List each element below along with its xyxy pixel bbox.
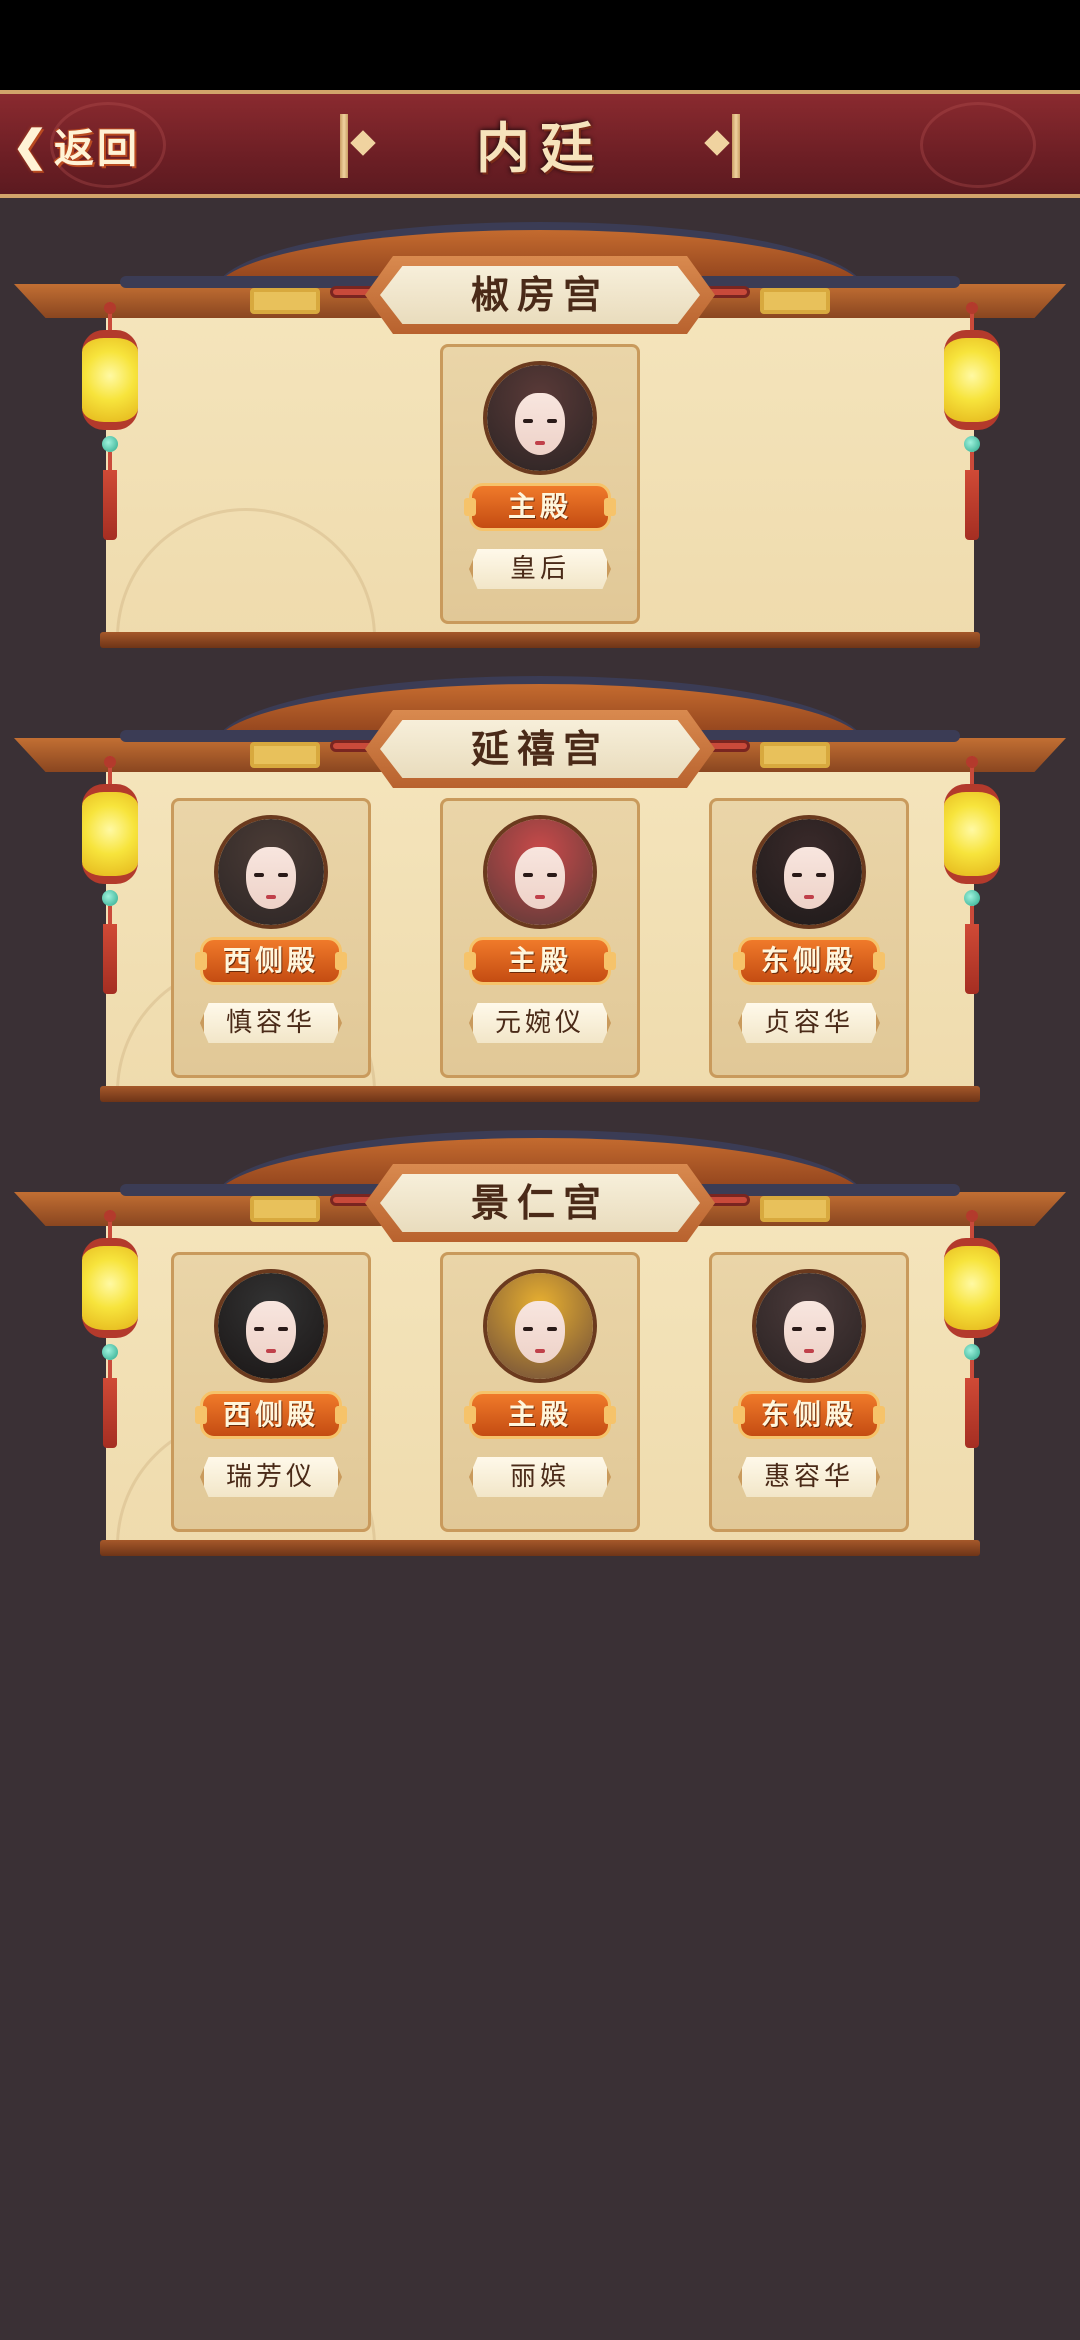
page-title: 内廷: [476, 116, 604, 180]
palace-name: 椒房宫: [380, 266, 700, 324]
palace-name: 延禧宫: [380, 720, 700, 778]
palace-card: 椒房宫 主殿 皇后: [0, 222, 1080, 662]
consort-avatar: [214, 1269, 328, 1383]
consort-slot[interactable]: 东侧殿 贞容华: [709, 798, 909, 1078]
top-header: ❮ 返回 内廷: [0, 90, 1080, 198]
lantern-left: [82, 302, 138, 562]
gold-ornament: [250, 742, 320, 768]
hall-badge: 主殿: [464, 483, 616, 531]
rank-label: 丽嫔: [469, 1457, 611, 1497]
hall-badge: 东侧殿: [733, 937, 885, 985]
rank-label: 惠容华: [738, 1457, 880, 1497]
hall-badge: 主殿: [464, 937, 616, 985]
palace-name: 景仁宫: [380, 1174, 700, 1232]
gold-ornament: [760, 1196, 830, 1222]
title-ornament-left: [340, 114, 380, 178]
lantern-right: [944, 302, 1000, 562]
consort-avatar: [752, 815, 866, 929]
palace-card: 延禧宫 西侧殿 慎容华 主殿 元婉仪 东侧殿 贞容华: [0, 676, 1080, 1116]
back-label: 返回: [54, 125, 140, 172]
board-pattern: [116, 508, 376, 638]
consort-slot[interactable]: 西侧殿 瑞芳仪: [171, 1252, 371, 1532]
consort-slot[interactable]: 东侧殿 惠容华: [709, 1252, 909, 1532]
rank-label: 贞容华: [738, 1003, 880, 1043]
gold-ornament: [760, 288, 830, 314]
hall-badge: 西侧殿: [195, 937, 347, 985]
consort-avatar: [483, 815, 597, 929]
lantern-right: [944, 1210, 1000, 1470]
palace-card: 景仁宫 西侧殿 瑞芳仪 主殿 丽嫔 东侧殿 惠容华: [0, 1130, 1080, 1570]
consort-avatar: [752, 1269, 866, 1383]
hall-badge: 主殿: [464, 1391, 616, 1439]
gold-ornament: [760, 742, 830, 768]
chevron-left-icon: ❮: [12, 120, 48, 170]
back-button[interactable]: ❮ 返回: [10, 112, 140, 178]
lantern-left: [82, 1210, 138, 1470]
rank-label: 瑞芳仪: [200, 1457, 342, 1497]
consort-slot[interactable]: 主殿 皇后: [440, 344, 640, 624]
lantern-right: [944, 756, 1000, 1016]
consort-avatar: [214, 815, 328, 929]
rank-label: 元婉仪: [469, 1003, 611, 1043]
rank-label: 慎容华: [200, 1003, 342, 1043]
consort-slot[interactable]: 西侧殿 慎容华: [171, 798, 371, 1078]
consort-avatar: [483, 1269, 597, 1383]
consort-slot[interactable]: 主殿 元婉仪: [440, 798, 640, 1078]
hall-badge: 西侧殿: [195, 1391, 347, 1439]
rank-label: 皇后: [469, 549, 611, 589]
hall-badge: 东侧殿: [733, 1391, 885, 1439]
gold-ornament: [250, 288, 320, 314]
board-base: [100, 1540, 980, 1556]
consort-slot[interactable]: 主殿 丽嫔: [440, 1252, 640, 1532]
cloud-ornament: [920, 102, 1036, 188]
lantern-left: [82, 756, 138, 1016]
status-bar: [0, 0, 1080, 90]
board-base: [100, 1086, 980, 1102]
gold-ornament: [250, 1196, 320, 1222]
consort-avatar: [483, 361, 597, 475]
title-ornament-right: [700, 114, 740, 178]
board-base: [100, 632, 980, 648]
